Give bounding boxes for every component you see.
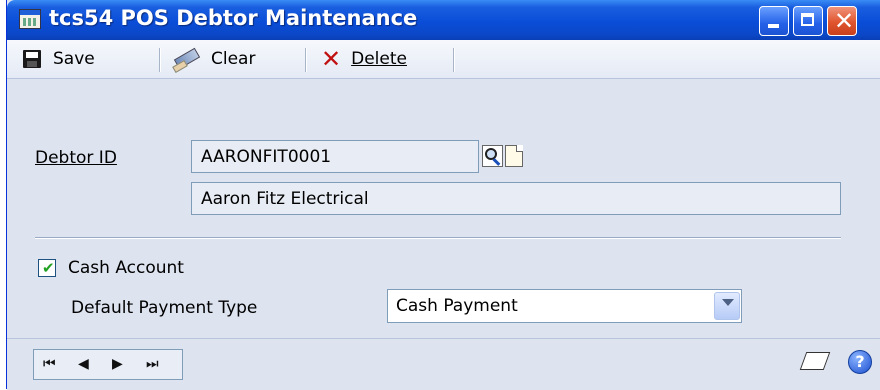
note-icon[interactable] bbox=[799, 352, 831, 370]
delete-button[interactable]: ✕ Delete bbox=[321, 40, 407, 78]
last-record-button[interactable]: ⏭ bbox=[146, 356, 159, 372]
toolbar-separator bbox=[159, 48, 161, 72]
help-icon[interactable]: ? bbox=[848, 350, 872, 374]
previous-record-button[interactable]: ◀ bbox=[78, 356, 89, 372]
save-label: Save bbox=[53, 49, 95, 69]
maximize-button[interactable] bbox=[793, 6, 823, 36]
default-payment-type-value: Cash Payment bbox=[396, 296, 518, 316]
delete-label: Delete bbox=[351, 49, 407, 69]
window-title: tcs54 POS Debtor Maintenance bbox=[49, 6, 418, 30]
next-record-button[interactable]: ▶ bbox=[112, 356, 123, 372]
first-record-button[interactable]: ⏮ bbox=[43, 356, 56, 372]
debtor-name-field: Aaron Fitz Electrical bbox=[191, 182, 841, 215]
new-document-icon[interactable] bbox=[505, 145, 523, 167]
minimize-icon bbox=[768, 24, 779, 28]
toolbar: Save Clear ✕ Delete bbox=[7, 40, 880, 79]
status-bar: ⏮ ◀ ▶ ⏭ ? bbox=[7, 338, 880, 390]
section-divider bbox=[35, 237, 841, 239]
default-payment-type-select[interactable]: Cash Payment bbox=[387, 289, 742, 323]
save-icon bbox=[23, 50, 41, 68]
toolbar-separator bbox=[453, 48, 455, 72]
delete-icon: ✕ bbox=[321, 45, 342, 73]
clear-button[interactable]: Clear bbox=[173, 40, 255, 78]
checkmark-icon: ✔ bbox=[42, 259, 55, 277]
record-navigator: ⏮ ◀ ▶ ⏭ bbox=[33, 349, 183, 380]
maximize-icon bbox=[801, 13, 814, 26]
window-app-icon[interactable] bbox=[19, 9, 41, 29]
debtor-id-label[interactable]: Debtor ID bbox=[35, 148, 117, 168]
lookup-button[interactable] bbox=[482, 145, 503, 167]
default-payment-type-label: Default Payment Type bbox=[71, 298, 258, 318]
toolbar-separator bbox=[305, 48, 307, 72]
title-bar[interactable]: tcs54 POS Debtor Maintenance ✕ bbox=[7, 0, 880, 40]
close-button[interactable]: ✕ bbox=[827, 6, 857, 36]
save-button[interactable]: Save bbox=[23, 40, 95, 78]
chevron-down-icon[interactable] bbox=[714, 292, 740, 320]
close-icon: ✕ bbox=[834, 7, 855, 35]
cash-account-label: Cash Account bbox=[68, 258, 184, 278]
debtor-maintenance-window: tcs54 POS Debtor Maintenance ✕ Save Clea… bbox=[6, 0, 880, 390]
debtor-id-field[interactable]: AARONFIT0001 bbox=[191, 140, 479, 173]
cash-account-checkbox[interactable]: ✔ bbox=[38, 259, 56, 277]
clear-label: Clear bbox=[211, 49, 256, 69]
minimize-button[interactable] bbox=[759, 6, 789, 36]
clear-icon bbox=[173, 49, 199, 69]
